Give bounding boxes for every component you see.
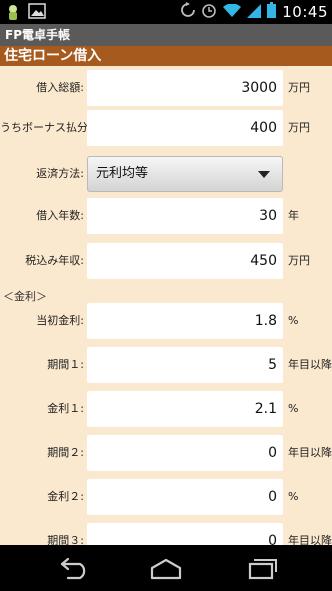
- bonus-payment-row: うちボーナス払分: 400 万円: [0, 108, 332, 148]
- initial-rate-row: 当初金利: 1.8 %: [0, 301, 332, 341]
- app-notification-icon: [6, 3, 20, 25]
- initial-rate-label: 当初金利:: [36, 314, 84, 327]
- loan-years-input[interactable]: 30: [87, 198, 283, 234]
- bonus-payment-label: うちボーナス払分:: [0, 121, 92, 134]
- repayment-method-value: 元利均等: [96, 166, 149, 181]
- status-time: 10:45: [282, 3, 328, 21]
- rate1-value: 2.1: [254, 401, 277, 417]
- form-scroll-area[interactable]: 借入総額: 3000 万円 うちボーナス払分: 400 万円 返済方法: 元利均…: [0, 66, 332, 545]
- period3-label: 期間３:: [47, 534, 84, 545]
- loan-amount-input[interactable]: 3000: [87, 70, 283, 106]
- repayment-method-row: 返済方法: 元利均等: [0, 154, 332, 194]
- period2-unit: 年目以降: [288, 446, 332, 459]
- rate1-label: 金利１:: [47, 402, 84, 415]
- period1-label: 期間１:: [47, 358, 84, 371]
- section-title: 住宅ローン借入: [4, 48, 102, 64]
- annual-income-input[interactable]: 450: [87, 243, 283, 279]
- rate1-input[interactable]: 2.1: [87, 391, 283, 427]
- rate2-unit: %: [288, 490, 299, 503]
- dropdown-arrow-icon: [258, 171, 270, 178]
- period3-row: 期間３: 0 年目以降: [0, 521, 332, 545]
- loan-years-label: 借入年数:: [36, 209, 84, 222]
- recent-apps-icon[interactable]: [240, 556, 280, 582]
- repayment-method-label: 返済方法:: [36, 167, 84, 180]
- annual-income-value: 450: [250, 253, 277, 269]
- sync-icon: [181, 2, 196, 22]
- image-notification-icon: [28, 3, 46, 25]
- loan-amount-row: 借入総額: 3000 万円: [0, 68, 332, 108]
- loan-years-unit: 年: [288, 209, 299, 222]
- initial-rate-value: 1.8: [254, 313, 277, 329]
- period2-value: 0: [268, 445, 277, 461]
- period2-label: 期間２:: [47, 446, 84, 459]
- home-icon[interactable]: [146, 556, 186, 582]
- alarm-icon: [201, 2, 217, 22]
- rate2-label: 金利２:: [47, 490, 84, 503]
- bonus-payment-input[interactable]: 400: [87, 110, 283, 146]
- loan-years-row: 借入年数: 30 年: [0, 196, 332, 236]
- initial-rate-input[interactable]: 1.8: [87, 303, 283, 339]
- rate2-value: 0: [268, 489, 277, 505]
- rate1-unit: %: [288, 402, 299, 415]
- period3-input[interactable]: 0: [87, 523, 283, 545]
- period2-row: 期間２: 0 年目以降: [0, 433, 332, 473]
- period3-value: 0: [268, 533, 277, 545]
- period1-input[interactable]: 5: [87, 347, 283, 383]
- annual-income-row: 税込み年収: 450 万円: [0, 241, 332, 281]
- loan-amount-unit: 万円: [288, 81, 310, 94]
- annual-income-label: 税込み年収:: [25, 254, 84, 267]
- section-header: 住宅ローン借入: [0, 46, 332, 66]
- rate1-row: 金利１: 2.1 %: [0, 389, 332, 429]
- wifi-icon: [223, 2, 242, 22]
- loan-years-value: 30: [259, 208, 277, 224]
- battery-icon: [267, 2, 277, 22]
- status-bar: 10:45: [0, 0, 332, 24]
- period1-row: 期間１: 5 年目以降: [0, 345, 332, 385]
- period2-input[interactable]: 0: [87, 435, 283, 471]
- app-title: FP電卓手帳: [5, 28, 70, 42]
- rate2-input[interactable]: 0: [87, 479, 283, 515]
- annual-income-unit: 万円: [288, 254, 310, 267]
- period1-value: 5: [268, 357, 277, 373]
- bonus-payment-value: 400: [250, 120, 277, 136]
- back-icon[interactable]: [54, 556, 94, 582]
- period1-unit: 年目以降: [288, 358, 332, 371]
- rate2-row: 金利２: 0 %: [0, 477, 332, 517]
- initial-rate-unit: %: [288, 314, 299, 327]
- loan-amount-label: 借入総額:: [36, 81, 84, 94]
- loan-amount-value: 3000: [241, 80, 277, 96]
- signal-icon: [247, 3, 262, 22]
- bonus-payment-unit: 万円: [288, 121, 310, 134]
- app-title-bar: FP電卓手帳: [0, 24, 332, 46]
- period3-unit: 年目以降: [288, 534, 332, 545]
- repayment-method-select[interactable]: 元利均等: [87, 156, 283, 192]
- system-nav-bar: [0, 545, 332, 591]
